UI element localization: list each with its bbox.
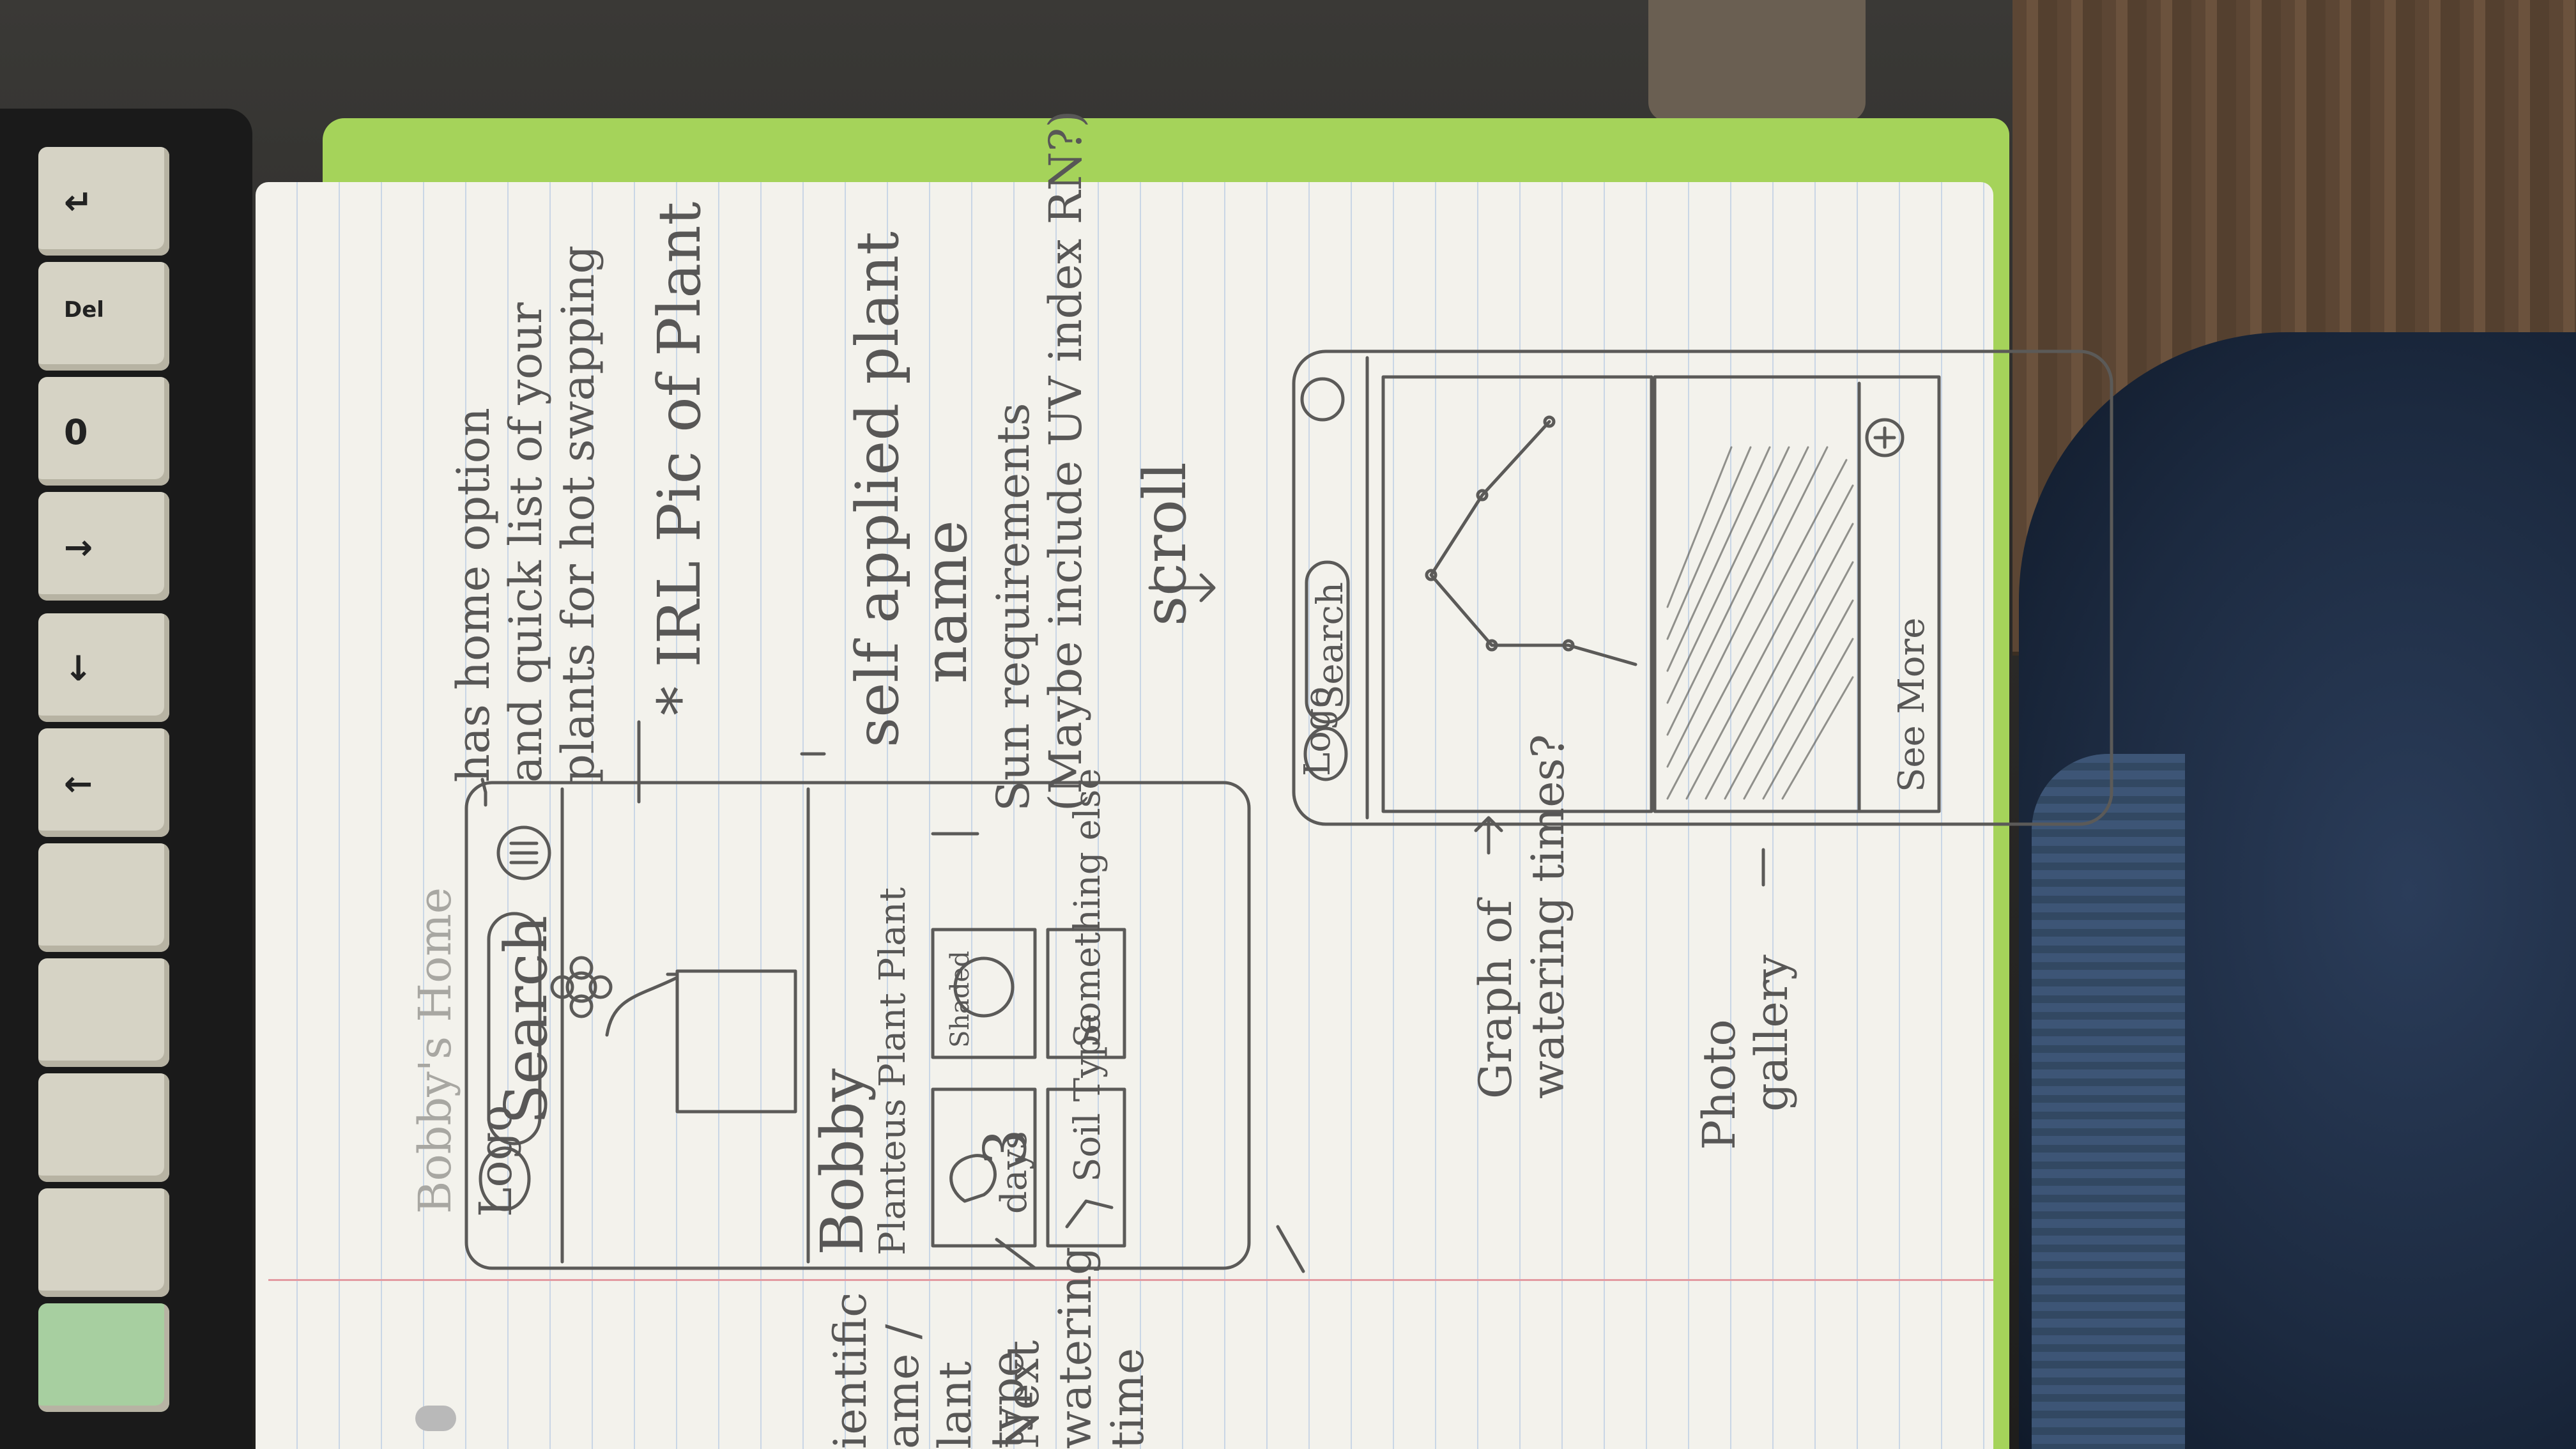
scientific-name: Planteus Plant Plant (872, 887, 914, 1255)
hamburger-menu-icon-2 (1300, 377, 1345, 422)
faint-title: Bobby's Home (409, 887, 461, 1214)
watering-unit: days (993, 1131, 1035, 1214)
flower-stem (605, 976, 679, 1037)
flower-pot (675, 969, 797, 1114)
annotation-sun-requirements: Sun requirements (Maybe include UV index… (987, 110, 1092, 811)
annotation-irl-pic: * IRL Pic of Plant (645, 201, 714, 716)
shovel-icon (1065, 1199, 1114, 1229)
annotation-photo-gallery: Photo gallery (1693, 954, 1798, 1150)
annotation-next-watering: Next watering time (997, 1246, 1154, 1449)
search-text-2: Search (1310, 581, 1351, 709)
phone-frame-detail (1292, 349, 2113, 826)
graph-line (1429, 420, 1637, 666)
annotation-scroll: scroll (1131, 462, 1199, 626)
annotation-home-option: has home option and quick list of your p… (447, 245, 604, 783)
other-text: Something else (1067, 768, 1108, 1048)
pencil-sketch (464, 349, 2113, 1273)
arrow-sci-name (1276, 1225, 1305, 1273)
see-more-text: See More (1891, 617, 1933, 792)
annotation-graph: Graph of watering times? (1469, 734, 1574, 1099)
search-text: Search (492, 915, 560, 1124)
plant-name: Bobby (808, 1068, 877, 1255)
sun-text: Shaded (946, 951, 975, 1048)
annotation-self-applied-name: self applied plant name (843, 231, 980, 747)
